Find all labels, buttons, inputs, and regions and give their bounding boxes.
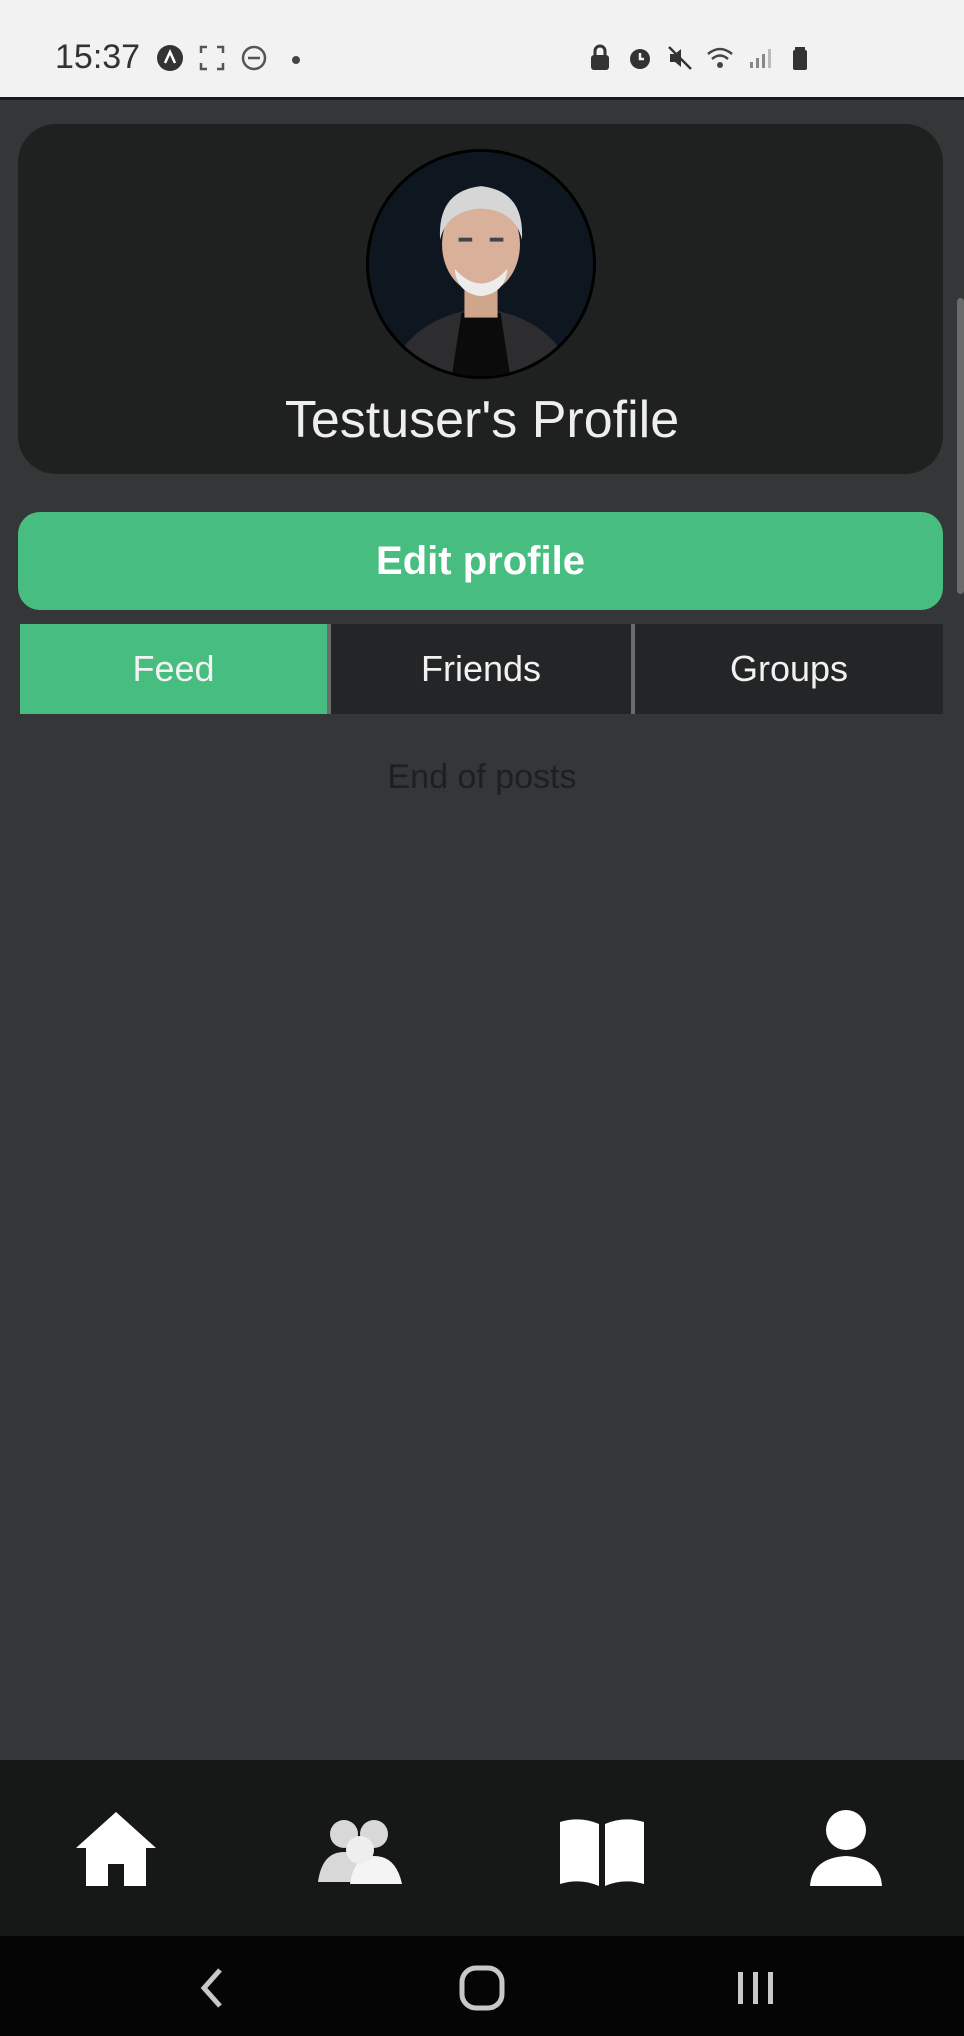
scrollbar[interactable] — [957, 298, 964, 594]
nav-profile[interactable] — [796, 1800, 896, 1900]
system-recents-button[interactable] — [726, 1958, 786, 2018]
bottom-nav — [0, 1760, 964, 1936]
recents-icon — [738, 1972, 773, 2004]
profile-title: Testuser's Profile — [284, 391, 680, 449]
edit-profile-button[interactable]: Edit profile — [18, 512, 943, 610]
status-bar: 15:37 — [0, 0, 964, 100]
battery-icon — [793, 47, 807, 70]
system-back-button[interactable] — [182, 1958, 242, 2018]
do-not-disturb-icon — [241, 45, 267, 71]
tab-groups[interactable]: Groups — [635, 624, 943, 714]
friends-icon — [318, 1820, 402, 1884]
lock-icon — [591, 44, 609, 70]
end-of-posts-text: End of posts — [387, 758, 577, 796]
home-circle-icon — [459, 1965, 505, 2011]
notification-dot-icon — [292, 56, 300, 64]
screenshot-frame-icon — [199, 45, 225, 71]
alarm-icon — [630, 49, 650, 69]
system-nav-bar — [0, 1936, 964, 2036]
tab-feed[interactable]: Feed — [20, 624, 327, 714]
home-icon — [76, 1812, 156, 1886]
tab-friends[interactable]: Friends — [331, 624, 631, 714]
profile-tabs: Feed Friends Groups — [18, 624, 943, 714]
app-icon — [157, 45, 183, 71]
nav-home[interactable] — [66, 1800, 166, 1900]
nav-friends[interactable] — [310, 1800, 410, 1900]
avatar[interactable] — [366, 149, 596, 379]
nav-library[interactable] — [552, 1800, 652, 1900]
back-icon — [200, 1968, 222, 2008]
status-time: 15:37 — [55, 38, 141, 76]
signal-icon — [750, 49, 771, 68]
wifi-icon — [707, 47, 733, 68]
system-home-button[interactable] — [452, 1958, 512, 2018]
avatar-image — [369, 152, 593, 376]
profile-icon — [810, 1810, 882, 1886]
mute-icon — [668, 46, 692, 70]
book-icon — [560, 1819, 644, 1886]
